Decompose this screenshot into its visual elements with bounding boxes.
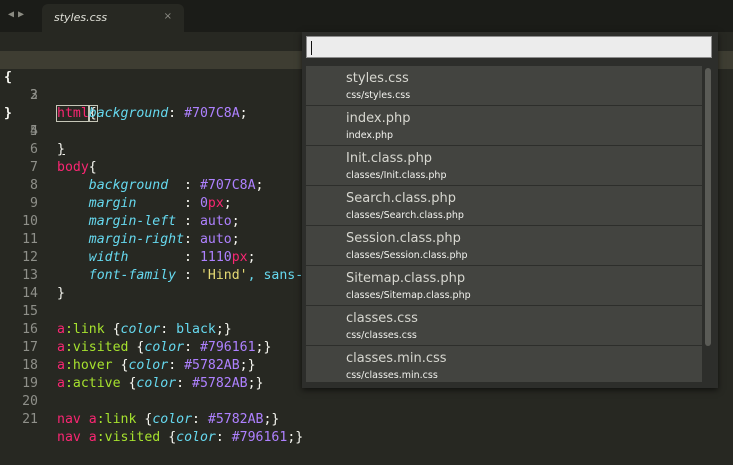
result-name: Search.class.php xyxy=(346,191,456,206)
result-path: css/classes.min.css xyxy=(346,370,438,381)
token-property: color xyxy=(152,412,193,427)
token-value: #796161 xyxy=(231,430,288,445)
token-brace: ;} xyxy=(263,412,280,427)
token-brace: { xyxy=(136,412,153,427)
token-tag: nav xyxy=(57,430,81,445)
close-icon[interactable]: × xyxy=(164,11,172,22)
token-pseudo: :visited xyxy=(96,430,161,445)
result-item[interactable]: Init.class.php classes/Init.class.php xyxy=(306,146,702,186)
result-name: styles.css xyxy=(346,71,409,86)
token-selector: a xyxy=(80,412,97,427)
result-item[interactable]: Search.class.php classes/Search.class.ph… xyxy=(306,186,702,226)
result-name: classes.css xyxy=(346,311,418,326)
token-tag: nav xyxy=(57,412,81,427)
token-colon: : xyxy=(215,430,232,445)
token-selector: a xyxy=(80,430,97,445)
token-value: #5782AB xyxy=(207,412,264,427)
result-item[interactable]: classes.css css/classes.css xyxy=(306,306,702,346)
token-brace: ;} xyxy=(287,430,304,445)
goto-anything-input[interactable] xyxy=(306,36,712,58)
result-name: Init.class.php xyxy=(346,151,433,166)
result-item[interactable]: Session.class.php classes/Session.class.… xyxy=(306,226,702,266)
chevron-right-icon[interactable]: ▶ xyxy=(18,9,28,20)
result-item[interactable]: styles.css css/styles.css xyxy=(306,66,702,106)
line-number: 21 xyxy=(22,412,38,427)
result-path: classes/Init.class.php xyxy=(346,170,447,181)
result-path: classes/Sitemap.class.php xyxy=(346,290,471,301)
result-name: index.php xyxy=(346,111,411,126)
chevron-left-icon[interactable]: ◀ xyxy=(8,9,18,20)
token-pseudo: :link xyxy=(96,412,137,427)
result-item[interactable]: index.php index.php xyxy=(306,106,702,146)
text-caret xyxy=(311,41,312,55)
result-path: css/styles.css xyxy=(346,90,411,101)
result-path: css/classes.css xyxy=(346,330,417,341)
code-line: 21 nav a:visited {color: #796161;} xyxy=(0,393,733,445)
tab-title: styles.css xyxy=(54,11,108,24)
tab-nav-arrows: ◀▶ xyxy=(8,9,28,20)
scrollbar-thumb[interactable] xyxy=(705,68,711,346)
token-brace: { xyxy=(160,430,177,445)
result-name: Sitemap.class.php xyxy=(346,271,466,286)
result-name: Session.class.php xyxy=(346,231,461,246)
token-colon: : xyxy=(192,412,208,427)
code-text: nav a:link {color: #5782AB;} xyxy=(57,411,279,429)
token-property: color xyxy=(176,430,216,445)
result-item[interactable]: classes.min.css css/classes.min.css xyxy=(306,346,702,382)
tab-bar: ◀▶ styles.css × xyxy=(0,0,733,32)
goto-anything-panel: styles.css css/styles.css index.php inde… xyxy=(302,32,718,388)
result-item[interactable]: Sitemap.class.php classes/Sitemap.class.… xyxy=(306,266,702,306)
result-path: classes/Search.class.php xyxy=(346,210,464,221)
code-text: nav a:visited {color: #796161;} xyxy=(57,429,303,447)
results-scrollbar[interactable] xyxy=(704,66,712,382)
result-path: index.php xyxy=(346,130,394,141)
result-name: classes.min.css xyxy=(346,351,447,366)
goto-anything-results: styles.css css/styles.css index.php inde… xyxy=(306,66,702,382)
tab-styles-css[interactable]: styles.css × xyxy=(42,4,184,32)
result-path: classes/Session.class.php xyxy=(346,250,468,261)
